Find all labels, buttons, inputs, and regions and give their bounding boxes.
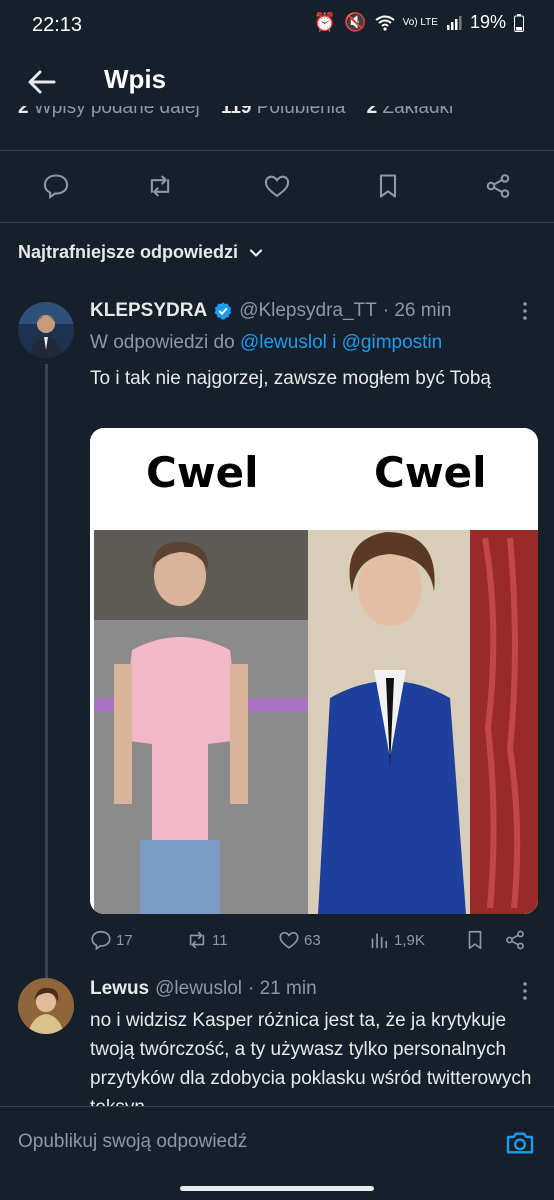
share-icon [486,174,510,198]
status-bar: 22:13 ⏰ 🔇 Vo) LTE 19% [0,0,554,52]
divider [0,150,554,151]
author-name[interactable]: Lewus [90,978,149,1000]
reply-text: no i widzisz Kasper różnica jest ta, że … [90,1010,532,1106]
arrow-left-icon [28,70,56,94]
battery-percent: 19% [469,12,506,32]
thread-line [45,364,48,978]
in-reply-prefix: W odpowiedzi do [90,332,235,353]
page-title: Wpis [104,64,167,94]
reply-icon [91,930,111,951]
camera-button[interactable] [504,1127,536,1159]
more-vertical-icon [523,302,527,320]
replies-sort-dropdown[interactable]: Najtrafniejsze odpowiedzi [18,242,264,263]
bookmarks-label[interactable]: Zakładki [382,106,453,118]
avatar[interactable] [18,302,74,358]
mute-icon: 🔇 [344,12,367,32]
author-handle[interactable]: @Klepsydra_TT [239,300,377,322]
status-icons: ⏰ 🔇 Vo) LTE 19% [314,12,524,33]
reply-media-image[interactable]: Cwel Cwel [90,428,538,914]
likes-label[interactable]: Polubienia [257,106,346,118]
reply-button[interactable] [36,166,76,206]
like-count: 63 [304,931,321,949]
reply-button[interactable]: 17 [90,929,133,951]
reply-input[interactable]: Opublikuj swoją odpowiedź [18,1131,247,1153]
repost-icon [189,931,205,949]
home-indicator[interactable] [180,1186,374,1191]
heart-icon [264,175,290,198]
in-reply-users[interactable]: @lewuslol i @gimpostin [240,332,442,353]
reposts-count: 2 [18,106,29,118]
more-options-button[interactable] [522,300,532,322]
bookmarks-count: 2 [366,106,378,118]
share-button[interactable] [504,929,526,951]
verified-badge-icon [214,302,232,320]
more-vertical-icon [523,982,527,1000]
repost-button[interactable]: 11 [186,929,228,951]
wifi-icon [374,15,395,31]
reply-text: To i tak nie najgorzej, zawsze mogłem by… [90,368,491,389]
reply-count: 17 [116,931,133,949]
author-handle[interactable]: @lewuslol [155,978,242,1000]
avatar[interactable] [18,978,74,1034]
share-icon [506,930,524,950]
post-action-bar [0,166,554,206]
divider [0,222,554,223]
repost-count: 11 [212,931,228,949]
repost-icon [150,175,170,197]
sort-label: Najtrafniejsze odpowiedzi [18,242,239,262]
media-label-left: Cwel [146,448,259,497]
bookmark-icon [468,930,482,950]
volte-indicator: Vo) LTE [402,16,438,28]
post-time: · 21 min [248,978,317,999]
post-time: · 26 min [382,300,452,321]
view-count: 1,9K [394,931,425,949]
repost-button[interactable] [140,166,180,206]
alarm-icon: ⏰ [313,12,337,32]
media-label-right: Cwel [374,448,487,497]
likes-count: 119 [220,106,252,118]
like-button[interactable]: 63 [278,929,321,951]
reply-header: Lewus @lewuslol · 21 min [90,978,317,1000]
bookmark-button[interactable] [368,166,408,206]
reposts-label[interactable]: Wpisy podane dalej [34,106,200,118]
views-chart-icon [371,933,388,949]
bookmark-icon [379,174,397,198]
like-button[interactable] [257,166,297,206]
back-button[interactable] [26,66,58,98]
reply-header: KLEPSYDRA @Klepsydra_TT · 26 min [90,300,451,322]
chevron-down-icon [249,248,263,257]
reply-icon [43,174,69,200]
views-button[interactable]: 1,9K [370,930,425,950]
reply-action-bar: 17 11 63 1,9K [90,928,538,952]
in-reply-to: W odpowiedzi do @lewuslol i @gimpostin [90,332,442,354]
author-name[interactable]: KLEPSYDRA [90,300,207,322]
battery-icon [514,13,524,32]
bookmark-button[interactable] [464,929,486,951]
share-button[interactable] [478,166,518,206]
more-options-button[interactable] [522,980,532,1002]
signal-icon [446,15,462,31]
heart-icon [279,931,299,949]
post-stats: 2 Wpisy podane dalej 119 Polubienia 2 Za… [18,106,538,128]
camera-icon [506,1132,534,1154]
status-time: 22:13 [32,14,83,36]
